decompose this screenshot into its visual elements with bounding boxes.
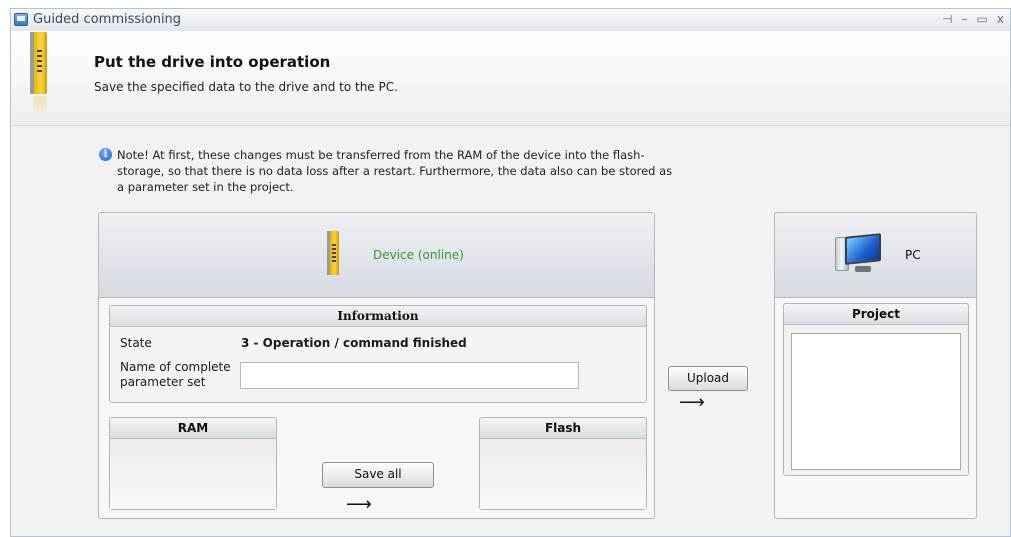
upload-arrow-icon: ⟶ — [679, 392, 705, 413]
state-value: 3 - Operation / command finished — [241, 336, 467, 350]
pc-panel-header: PC — [775, 213, 976, 298]
device-panel-header: Device (online) — [99, 213, 654, 298]
pc-label: PC — [905, 248, 921, 262]
page-subtitle: Save the specified data to the drive and… — [94, 80, 398, 94]
window-title: Guided commissioning — [33, 12, 182, 27]
page-header — [11, 31, 1010, 126]
drive-icon-reflection — [33, 96, 47, 118]
computer-icon — [835, 233, 887, 277]
save-arrow-icon: ⟶ — [346, 494, 372, 515]
parameter-set-name-label: Name of complete parameter set — [120, 360, 231, 389]
ram-panel: RAM — [109, 417, 277, 510]
ram-header: RAM — [110, 418, 276, 439]
pc-panel: PC Project — [774, 212, 977, 519]
page-title: Put the drive into operation — [94, 53, 331, 71]
maximize-icon[interactable]: ▭ — [977, 12, 988, 26]
note-text: Note! At first, these changes must be tr… — [117, 148, 673, 194]
flash-body — [480, 439, 646, 509]
drive-small-icon — [327, 231, 339, 275]
parameter-set-name-input[interactable] — [240, 362, 579, 389]
state-label: State — [120, 336, 152, 350]
drive-icon — [30, 32, 47, 94]
title-bar: Guided commissioning ⊣ – ▭ x — [11, 9, 1010, 32]
minimize-icon[interactable]: – — [962, 12, 968, 26]
flash-header: Flash — [480, 418, 646, 439]
project-panel: Project — [783, 303, 969, 476]
ram-body — [110, 439, 276, 509]
window-controls: ⊣ – ▭ x — [942, 12, 1004, 26]
info-icon: i — [99, 148, 112, 161]
pin-icon[interactable]: ⊣ — [942, 12, 952, 26]
project-list[interactable] — [791, 333, 961, 470]
project-header: Project — [784, 304, 968, 325]
information-header: Information — [110, 306, 646, 327]
window-app-icon — [14, 13, 28, 26]
device-panel: Device (online) Information State 3 - Op… — [98, 212, 655, 519]
flash-panel: Flash — [479, 417, 647, 510]
information-panel: Information State 3 - Operation / comman… — [109, 305, 647, 403]
save-all-button[interactable]: Save all — [322, 462, 434, 488]
upload-button[interactable]: Upload — [668, 366, 748, 391]
close-icon[interactable]: x — [997, 12, 1004, 26]
device-status-label: Device (online) — [373, 248, 464, 262]
